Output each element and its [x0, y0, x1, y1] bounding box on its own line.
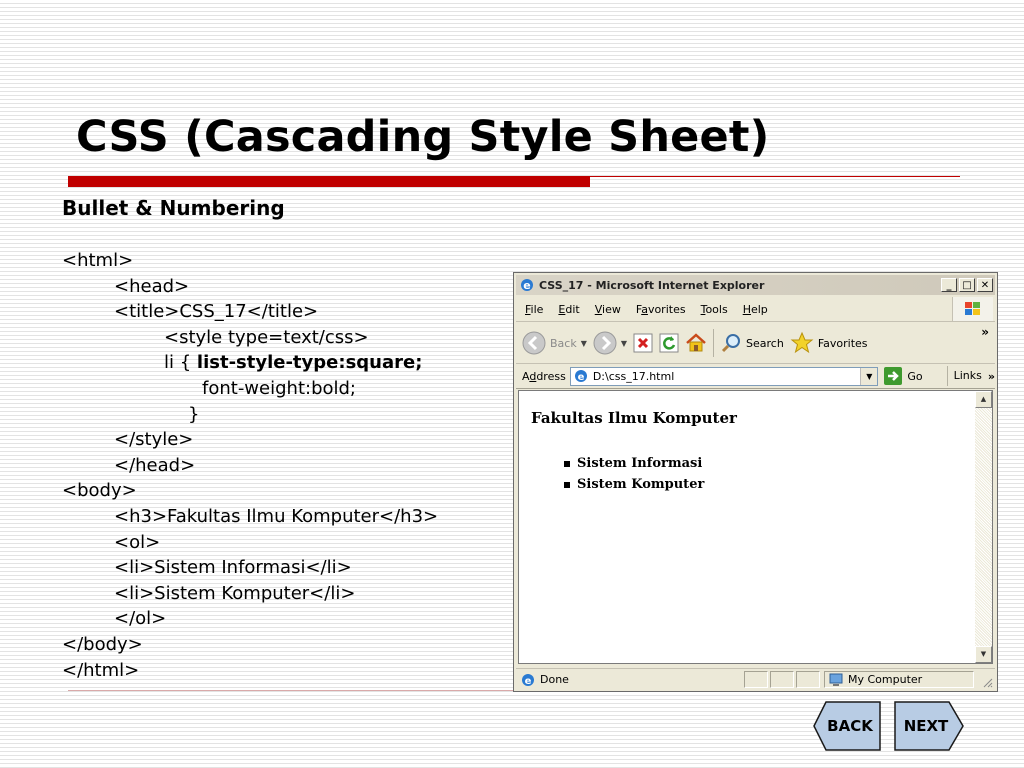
- browser-titlebar: e CSS_17 - Microsoft Internet Explorer _…: [516, 275, 995, 295]
- refresh-icon: [659, 333, 679, 353]
- minimize-button[interactable]: _: [941, 278, 957, 292]
- address-input[interactable]: e D:\css_17.html ▼: [569, 366, 879, 386]
- menu-help[interactable]: Help: [743, 303, 768, 316]
- page-viewport: Fakultas Ilmu Komputer Sistem Informasi …: [518, 390, 993, 664]
- forward-arrow-icon: [593, 331, 617, 355]
- vertical-scrollbar[interactable]: ▲ ▼: [975, 391, 992, 663]
- list-item: Sistem Komputer: [559, 474, 704, 495]
- svg-text:e: e: [525, 676, 532, 687]
- windows-flag-icon: [952, 297, 993, 321]
- menu-view[interactable]: View: [595, 303, 621, 316]
- resize-grip-icon[interactable]: [981, 676, 993, 688]
- status-bar: e Done My Computer: [516, 668, 995, 690]
- code-line: }: [188, 403, 200, 425]
- forward-button[interactable]: ▼: [593, 331, 627, 355]
- go-arrow-icon: [884, 367, 903, 385]
- code-line: li { list-style-type:square;: [164, 352, 423, 374]
- address-bar: Address e D:\css_17.html ▼ Go Links »: [516, 364, 995, 389]
- standard-toolbar: Back ▼ ▼ Search Favorites »: [516, 323, 995, 364]
- toolbar-more-icon[interactable]: »: [981, 325, 989, 339]
- browser-window: e CSS_17 - Microsoft Internet Explorer _…: [513, 272, 998, 692]
- search-icon: [721, 334, 741, 353]
- menu-bar: File Edit View Favorites Tools Help: [516, 297, 995, 322]
- page-icon: e: [574, 370, 587, 383]
- code-line: font-weight:bold;: [202, 378, 356, 399]
- slide-title: CSS (Cascading Style Sheet): [76, 112, 770, 162]
- address-label: Address: [522, 369, 566, 383]
- star-icon: [790, 331, 814, 354]
- title-underline-accent: [68, 176, 590, 187]
- code-line: <title>CSS_17</title>: [114, 301, 319, 323]
- scroll-up-icon[interactable]: ▲: [975, 391, 992, 408]
- menu-edit[interactable]: Edit: [558, 303, 579, 316]
- page-heading: Fakultas Ilmu Komputer: [531, 409, 737, 427]
- menu-tools[interactable]: Tools: [701, 303, 728, 316]
- window-title: CSS_17 - Microsoft Internet Explorer: [539, 278, 765, 292]
- code-line: <head>: [114, 275, 190, 297]
- code-line: <style type=text/css>: [164, 326, 369, 348]
- back-button[interactable]: Back ▼: [522, 331, 587, 355]
- home-icon: [686, 333, 706, 352]
- code-line: <li>Sistem Komputer</li>: [114, 582, 356, 604]
- page-done-icon: e: [522, 673, 534, 687]
- menu-favorites[interactable]: Favorites: [636, 303, 686, 316]
- square-bullet: [564, 461, 570, 467]
- security-zone: My Computer: [824, 671, 974, 688]
- code-line: <h3>Fakultas Ilmu Komputer</h3>: [114, 506, 439, 527]
- links-more-icon[interactable]: »: [988, 370, 995, 383]
- stop-icon: [633, 333, 653, 353]
- code-line: <ol>: [114, 531, 161, 553]
- code-line: <li>Sistem Informasi</li>: [114, 557, 352, 579]
- status-cell: [770, 671, 794, 688]
- menu-file[interactable]: File: [525, 303, 543, 316]
- forward-dropdown-icon[interactable]: ▼: [621, 339, 627, 348]
- stop-button[interactable]: [633, 333, 653, 353]
- back-nav-button[interactable]: BACK: [812, 700, 882, 752]
- address-dropdown-icon[interactable]: ▼: [860, 367, 878, 385]
- maximize-button[interactable]: □: [959, 278, 975, 292]
- code-line: </ol>: [114, 608, 167, 630]
- back-dropdown-icon[interactable]: ▼: [581, 339, 587, 348]
- page-list: Sistem Informasi Sistem Komputer: [559, 453, 704, 495]
- svg-text:e: e: [523, 279, 530, 292]
- next-nav-button[interactable]: NEXT: [893, 700, 965, 752]
- status-cell: [796, 671, 820, 688]
- code-line: </style>: [114, 429, 194, 451]
- go-button[interactable]: Go: [884, 367, 923, 385]
- close-button[interactable]: ✕: [977, 278, 993, 292]
- back-arrow-icon: [522, 331, 546, 355]
- home-button[interactable]: [685, 332, 707, 354]
- toolbar-separator: [713, 329, 715, 357]
- list-item: Sistem Informasi: [559, 453, 704, 474]
- ie-icon: e: [521, 279, 533, 292]
- svg-text:e: e: [577, 372, 584, 383]
- status-cell: [744, 671, 768, 688]
- scroll-down-icon[interactable]: ▼: [975, 646, 992, 663]
- search-button[interactable]: Search: [720, 332, 784, 354]
- code-line: </head>: [114, 454, 196, 476]
- links-button[interactable]: Links: [946, 366, 982, 386]
- code-line: </body>: [62, 634, 143, 655]
- refresh-button[interactable]: [659, 333, 679, 353]
- favorites-button[interactable]: Favorites: [790, 331, 868, 355]
- square-bullet: [564, 482, 570, 488]
- my-computer-icon: [829, 673, 843, 686]
- status-text: e Done: [520, 672, 742, 688]
- slide-subtitle: Bullet & Numbering: [62, 196, 285, 220]
- code-line: <html>: [62, 250, 134, 271]
- code-line: <body>: [62, 480, 137, 502]
- address-value: D:\css_17.html: [592, 369, 675, 383]
- code-line: </html>: [62, 659, 140, 681]
